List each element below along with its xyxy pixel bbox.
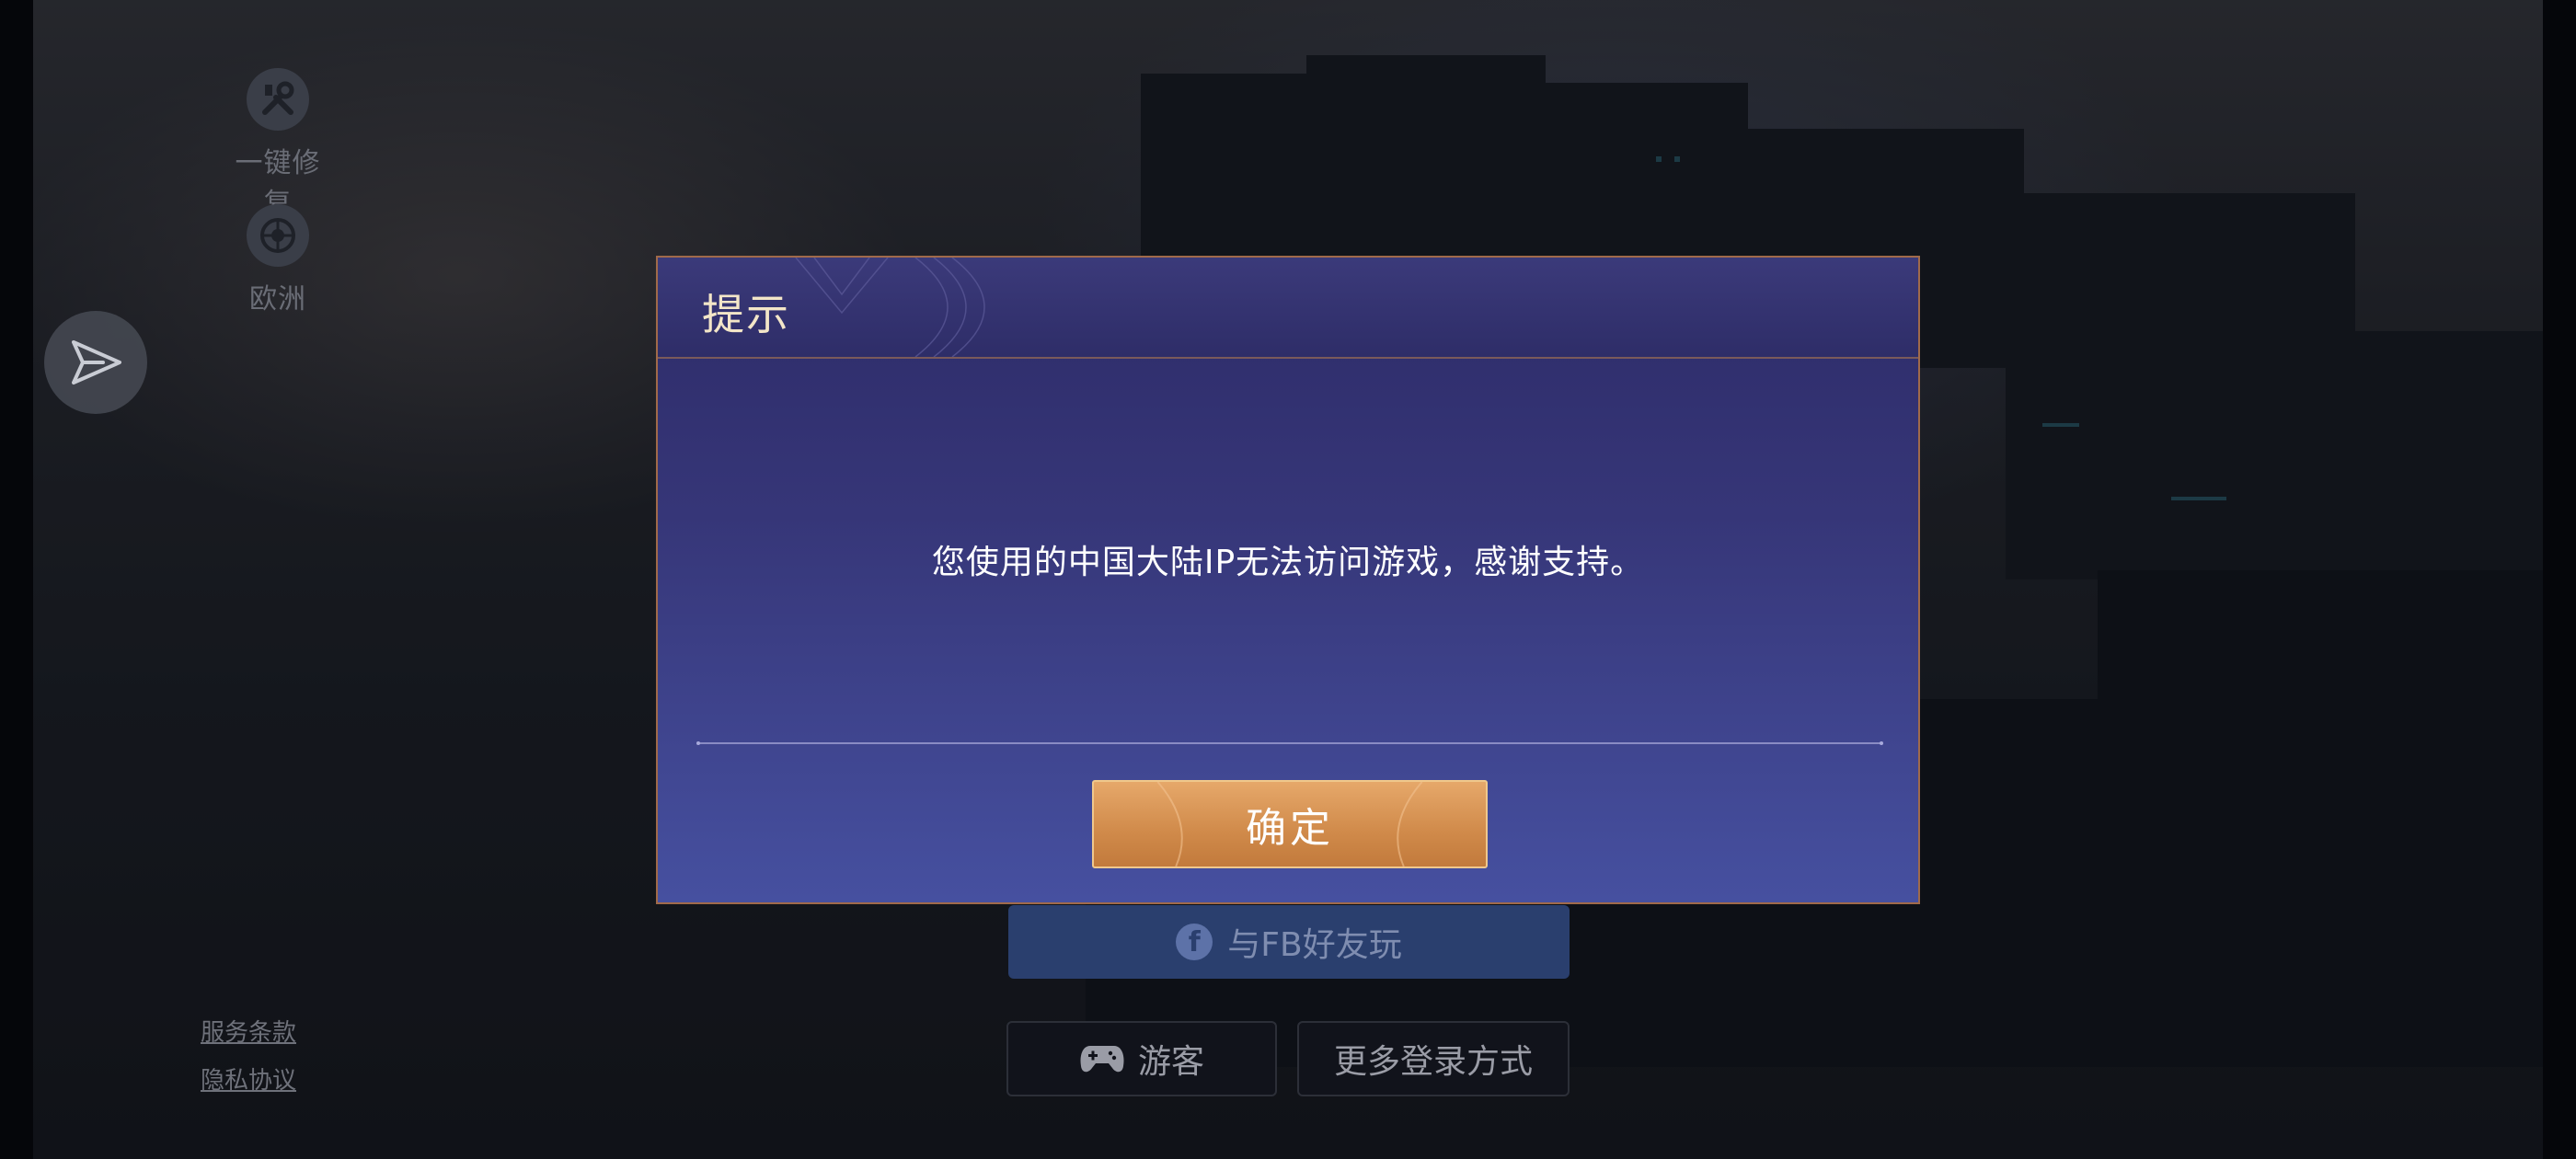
guest-login-button[interactable]: 游客 [1006,1021,1277,1096]
right-letterbox [2543,0,2576,1159]
share-button[interactable] [44,311,147,414]
globe-server-icon [247,204,309,267]
guest-login-label: 游客 [1137,1043,1204,1081]
facebook-login-button[interactable]: f 与FB好友玩 [1008,905,1570,979]
privacy-policy-link[interactable]: 隐私协议 [201,1061,296,1096]
dialog-divider [696,741,1883,745]
region-tool[interactable]: 欧洲 [223,204,333,316]
notice-dialog: 提示 您使用的中国大陆IP无法访问游戏，感谢支持。 确定 [656,256,1920,904]
facebook-login-label: 与FB好友玩 [1227,926,1402,964]
left-letterbox [0,0,33,1159]
confirm-button[interactable]: 确定 [1092,780,1488,868]
paper-plane-icon [72,340,121,384]
terms-of-service-link[interactable]: 服务条款 [201,1014,296,1048]
region-tool-label: 欧洲 [249,283,306,316]
confirm-button-label: 确定 [1246,805,1334,852]
repair-tool[interactable]: 一键修复 [223,68,333,221]
dialog-message: 您使用的中国大陆IP无法访问游戏，感谢支持。 [931,544,1645,581]
more-login-options-label: 更多登录方式 [1333,1043,1533,1081]
game-login-screen: 一键修复 欧洲 服务条款 隐私协议 f 与FB好友玩 游 [0,0,2576,1159]
dialog-title: 提示 [702,290,790,339]
dialog-header: 提示 [658,258,1918,359]
wrench-screwdriver-icon [247,68,309,131]
facebook-icon: f [1176,924,1213,960]
gamepad-icon [1080,1046,1124,1073]
more-login-options-button[interactable]: 更多登录方式 [1297,1021,1570,1096]
